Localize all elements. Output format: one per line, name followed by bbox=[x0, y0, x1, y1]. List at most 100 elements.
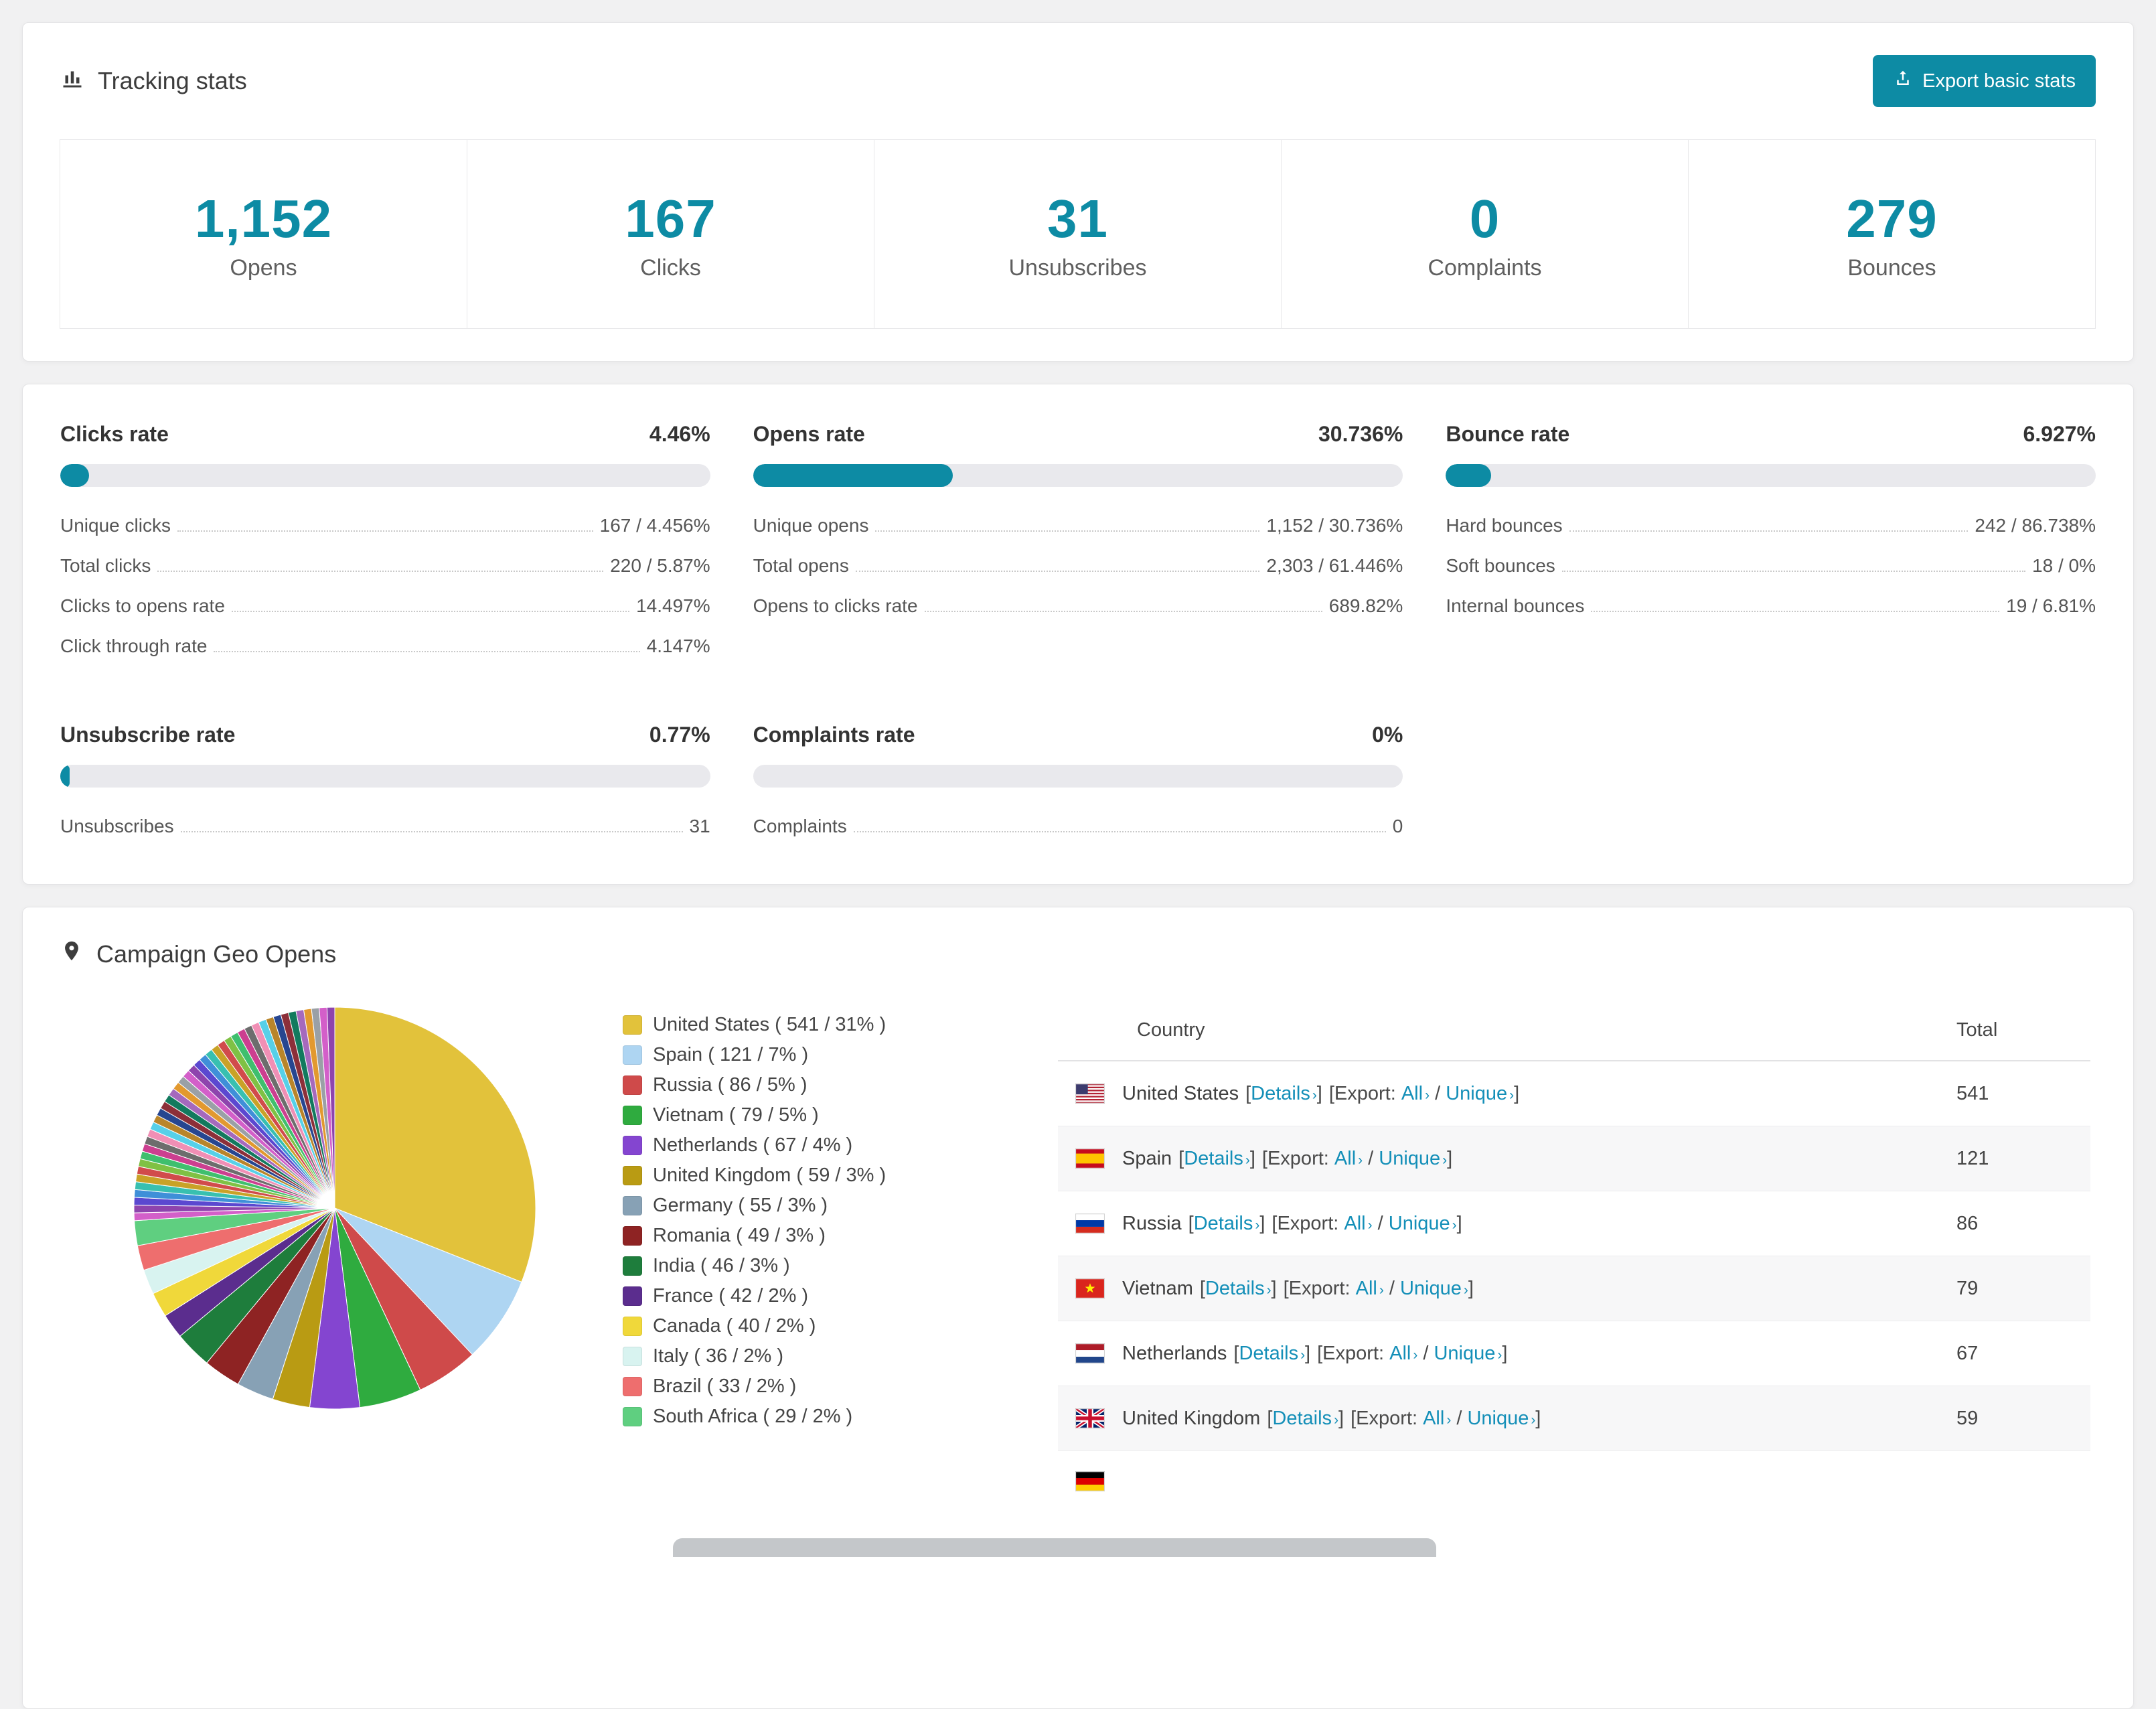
country-total: 86 bbox=[1956, 1212, 1979, 1234]
dotted-leader bbox=[924, 611, 1322, 612]
progress-bar bbox=[1446, 464, 2096, 487]
export-unique-link[interactable]: Unique › bbox=[1389, 1213, 1457, 1235]
metric-label: Click through rate bbox=[60, 636, 208, 656]
legend-swatch bbox=[623, 1226, 642, 1246]
bar-chart-icon bbox=[60, 66, 84, 96]
legend-label: Spain ( 121 / 7% ) bbox=[653, 1044, 809, 1065]
rate-metric-row: Soft bounces 18 / 0% bbox=[1446, 546, 2096, 586]
chevron-right-icon: › bbox=[1509, 1087, 1515, 1103]
export-basic-stats-button[interactable]: Export basic stats bbox=[1873, 55, 2096, 107]
chevron-right-icon: › bbox=[1312, 1087, 1317, 1103]
rate-title: Bounce rate bbox=[1446, 422, 1570, 446]
geo-opens-card: Campaign Geo Opens United States ( 541 /… bbox=[22, 907, 2134, 1709]
stat-label: Bounces bbox=[1847, 255, 1936, 281]
bounce-rate-panel: Bounce rate 6.927% Hard bounces 242 / 86.… bbox=[1446, 422, 2096, 666]
legend-label: Vietnam ( 79 / 5% ) bbox=[653, 1104, 819, 1126]
legend-item: Vietnam ( 79 / 5% ) bbox=[623, 1100, 1011, 1130]
stat-value: 0 bbox=[1469, 189, 1500, 248]
column-header-country: Country bbox=[1137, 1019, 1205, 1041]
horizontal-scrollbar-thumb[interactable] bbox=[673, 1538, 1436, 1557]
rate-percent: 0.77% bbox=[649, 723, 710, 747]
metric-label: Hard bounces bbox=[1446, 515, 1563, 536]
details-link[interactable]: Details › bbox=[1205, 1278, 1272, 1300]
rate-percent: 0% bbox=[1372, 723, 1403, 747]
table-row: Russia[Details ›] [Export: All › / Unique ›]… bbox=[1058, 1191, 2090, 1256]
flag-nl-icon bbox=[1075, 1343, 1105, 1363]
metric-label: Unique opens bbox=[753, 515, 869, 536]
rate-percent: 6.927% bbox=[2023, 422, 2096, 446]
complaints-rate-panel: Complaints rate 0% Complaints 0 bbox=[753, 723, 1403, 846]
rate-metric-row: Total opens 2,303 / 61.446% bbox=[753, 546, 1403, 586]
stats-row: 1,152 Opens 167 Clicks 31 Unsubscribes 0 Compla… bbox=[60, 139, 2096, 329]
geo-opens-title: Campaign Geo Opens bbox=[60, 940, 2096, 968]
metric-value: 0 bbox=[1392, 816, 1403, 836]
details-link[interactable]: Details › bbox=[1194, 1213, 1260, 1235]
legend-item: Spain ( 121 / 7% ) bbox=[623, 1040, 1011, 1070]
export-all-link[interactable]: All › bbox=[1389, 1343, 1417, 1365]
metric-label: Total clicks bbox=[60, 555, 151, 576]
rate-title: Unsubscribe rate bbox=[60, 723, 236, 747]
rate-metric-row: Total clicks 220 / 5.87% bbox=[60, 546, 710, 586]
export-all-link[interactable]: All › bbox=[1334, 1148, 1363, 1170]
stat-value: 167 bbox=[625, 189, 716, 248]
details-link[interactable]: Details › bbox=[1272, 1408, 1338, 1430]
legend-item: Romania ( 49 / 3% ) bbox=[623, 1221, 1011, 1251]
details-link[interactable]: Details › bbox=[1251, 1083, 1317, 1105]
metric-label: Unsubscribes bbox=[60, 816, 174, 836]
flag-gb-icon bbox=[1075, 1408, 1105, 1428]
chevron-right-icon: › bbox=[1531, 1412, 1536, 1428]
export-all-link[interactable]: All › bbox=[1356, 1278, 1384, 1300]
export-unique-link[interactable]: Unique › bbox=[1400, 1278, 1468, 1300]
legend-swatch bbox=[623, 1166, 642, 1185]
chevron-right-icon: › bbox=[1367, 1217, 1373, 1233]
legend-item: France ( 42 / 2% ) bbox=[623, 1281, 1011, 1311]
dotted-leader bbox=[1591, 611, 2000, 612]
export-unique-link[interactable]: Unique › bbox=[1467, 1408, 1535, 1430]
metric-value: 167 / 4.456% bbox=[599, 515, 710, 536]
progress-bar bbox=[60, 765, 710, 788]
export-unique-link[interactable]: Unique › bbox=[1434, 1343, 1502, 1365]
legend-swatch bbox=[623, 1407, 642, 1426]
legend-item: Germany ( 55 / 3% ) bbox=[623, 1191, 1011, 1221]
country-total: 79 bbox=[1956, 1277, 1979, 1299]
legend-item: Italy ( 36 / 2% ) bbox=[623, 1341, 1011, 1371]
dotted-leader bbox=[853, 831, 1386, 832]
export-unique-link[interactable]: Unique › bbox=[1379, 1148, 1447, 1170]
progress-bar bbox=[753, 765, 1403, 788]
legend-label: Italy ( 36 / 2% ) bbox=[653, 1345, 784, 1367]
chevron-right-icon: › bbox=[1255, 1217, 1260, 1233]
country-total: 59 bbox=[1956, 1407, 1979, 1429]
rates-card: Clicks rate 4.46% Unique clicks 167 / 4.4… bbox=[22, 384, 2134, 885]
legend-label: South Africa ( 29 / 2% ) bbox=[653, 1406, 853, 1427]
country-name: Vietnam bbox=[1122, 1277, 1193, 1299]
table-row: Spain[Details ›] [Export: All › / Unique ›] 1… bbox=[1058, 1126, 2090, 1191]
metric-label: Soft bounces bbox=[1446, 555, 1555, 576]
export-all-link[interactable]: All › bbox=[1423, 1408, 1451, 1430]
legend-label: Netherlands ( 67 / 4% ) bbox=[653, 1134, 853, 1156]
details-link[interactable]: Details › bbox=[1239, 1343, 1305, 1365]
details-link[interactable]: Details › bbox=[1184, 1148, 1250, 1170]
metric-value: 14.497% bbox=[636, 595, 710, 616]
country-name: United States bbox=[1122, 1082, 1239, 1104]
legend-swatch bbox=[623, 1256, 642, 1276]
geo-table-body: United States[Details ›] [Export: All › / U… bbox=[1058, 1061, 2090, 1498]
legend-label: Germany ( 55 / 3% ) bbox=[653, 1195, 828, 1216]
export-unique-link[interactable]: Unique › bbox=[1446, 1083, 1514, 1105]
rate-metric-row: Click through rate 4.147% bbox=[60, 626, 710, 666]
tracking-stats-card: Tracking stats Export basic stats 1,152 O… bbox=[22, 22, 2134, 362]
stat-box-clicks: 167 Clicks bbox=[467, 139, 874, 329]
geo-table-header: Country Total bbox=[1058, 1000, 2090, 1061]
legend-item: Netherlands ( 67 / 4% ) bbox=[623, 1130, 1011, 1161]
legend-label: Brazil ( 33 / 2% ) bbox=[653, 1376, 797, 1397]
dotted-leader bbox=[875, 530, 1260, 532]
export-all-link[interactable]: All › bbox=[1401, 1083, 1430, 1105]
export-all-link[interactable]: All › bbox=[1344, 1213, 1372, 1235]
legend-label: Romania ( 49 / 3% ) bbox=[653, 1225, 826, 1246]
progress-bar bbox=[60, 464, 710, 487]
legend-label: India ( 46 / 3% ) bbox=[653, 1255, 790, 1276]
metric-label: Clicks to opens rate bbox=[60, 595, 225, 616]
legend-swatch bbox=[623, 1075, 642, 1095]
geo-pie-chart bbox=[127, 1000, 542, 1419]
legend-swatch bbox=[623, 1377, 642, 1396]
legend-label: Canada ( 40 / 2% ) bbox=[653, 1315, 816, 1337]
